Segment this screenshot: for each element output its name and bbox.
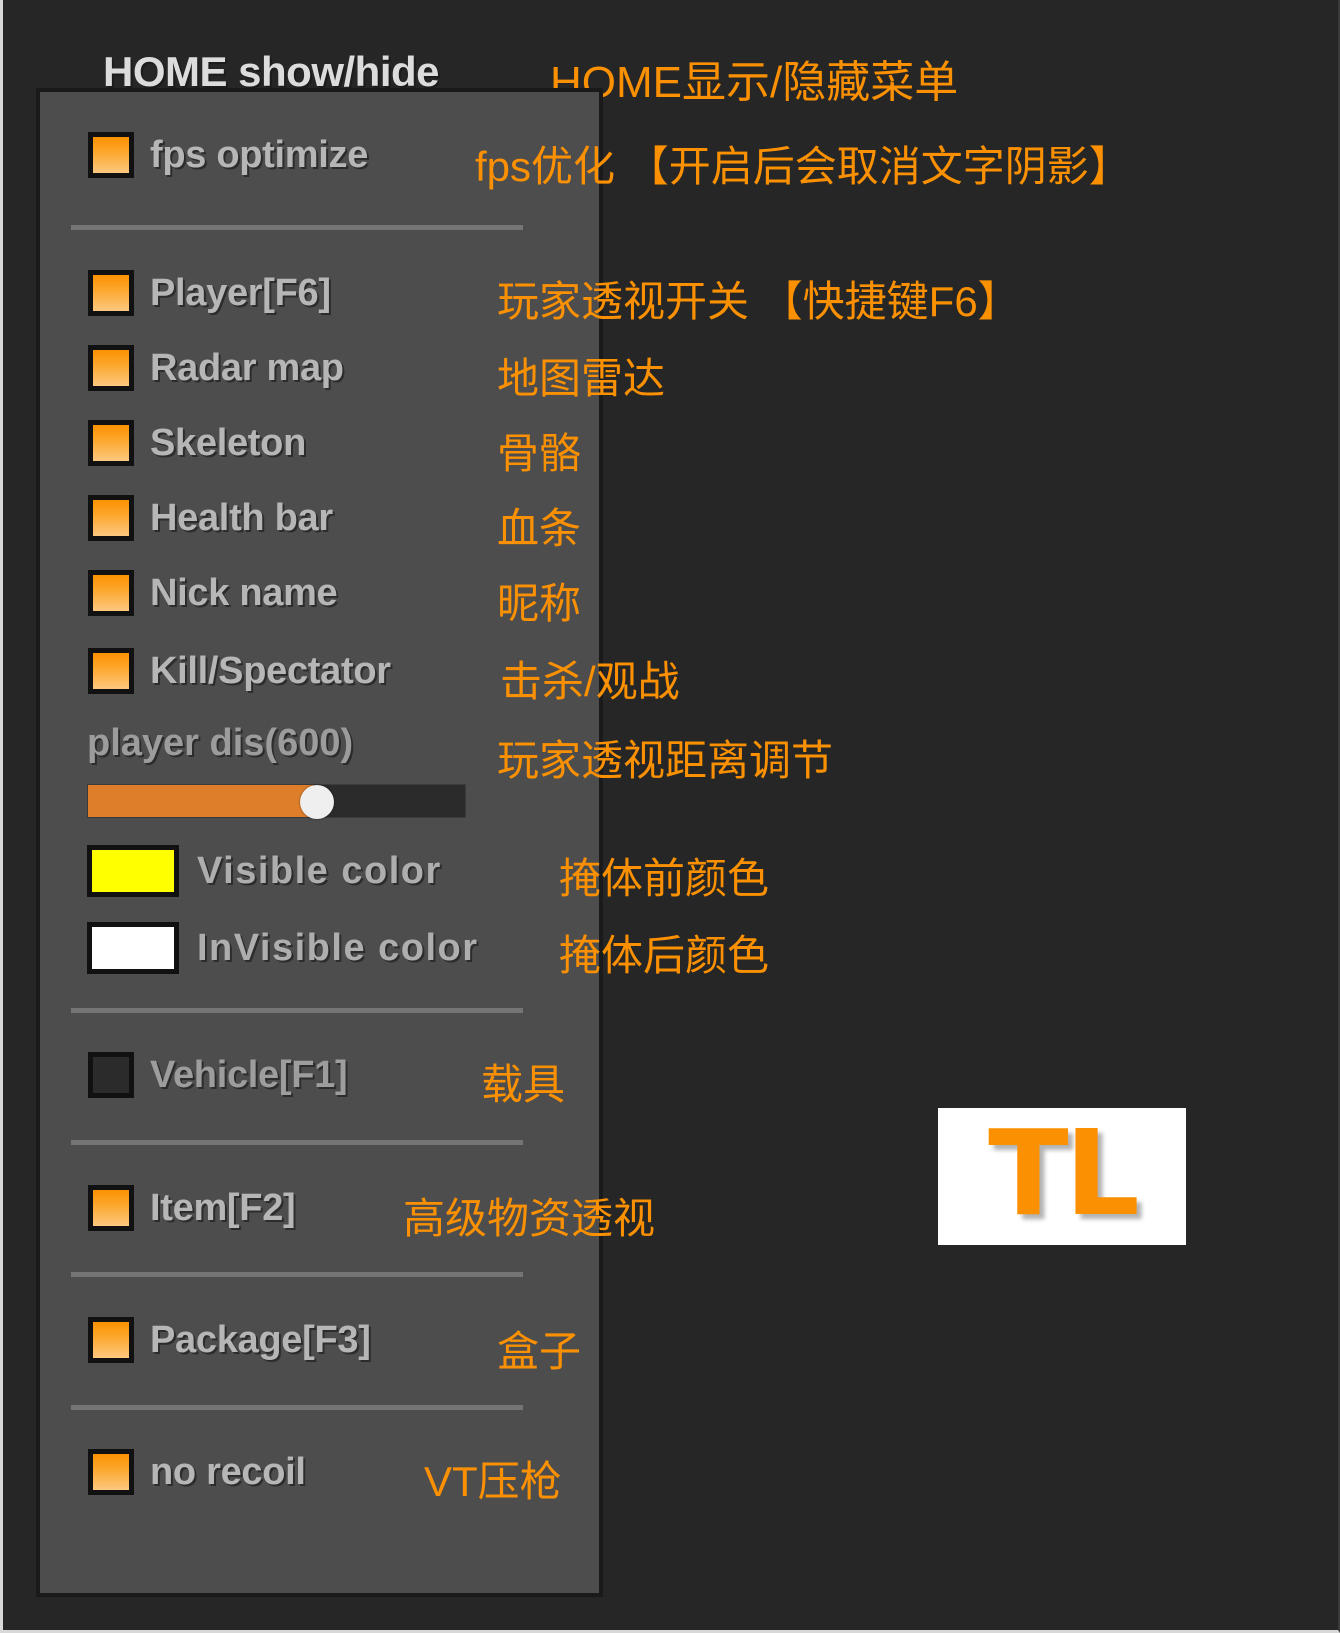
row-item[interactable]: Item[F2] bbox=[88, 1180, 296, 1236]
label-package: Package[F3] bbox=[150, 1318, 371, 1361]
annotation-skeleton: 骨骼 bbox=[497, 430, 582, 477]
annotation-invisible-color: 掩体后颜色 bbox=[559, 932, 770, 979]
watermark-logo-text: TL bbox=[988, 1103, 1140, 1242]
annotation-health-bar: 血条 bbox=[497, 505, 582, 552]
shortcut-hint-label-cn: HOME显示/隐藏菜单 bbox=[550, 58, 959, 107]
annotation-vehicle: 载具 bbox=[481, 1061, 566, 1108]
row-vehicle[interactable]: Vehicle[F1] bbox=[88, 1047, 348, 1103]
checkbox-radar-map[interactable] bbox=[88, 345, 134, 391]
annotation-package: 盒子 bbox=[497, 1328, 582, 1375]
label-visible-color: Visible color bbox=[197, 849, 442, 892]
checkbox-player[interactable] bbox=[88, 270, 134, 316]
swatch-visible-color[interactable] bbox=[87, 845, 179, 897]
label-invisible-color: InVisible color bbox=[197, 926, 479, 969]
label-vehicle: Vehicle[F1] bbox=[150, 1053, 348, 1096]
annotation-kill-spectator: 击杀/观战 bbox=[500, 658, 680, 705]
label-skeleton: Skeleton bbox=[150, 421, 306, 464]
row-skeleton[interactable]: Skeleton bbox=[88, 415, 306, 471]
row-radar-map[interactable]: Radar map bbox=[88, 340, 344, 396]
label-no-recoil: no recoil bbox=[150, 1450, 306, 1493]
separator-3 bbox=[71, 1140, 523, 1145]
checkbox-item[interactable] bbox=[88, 1185, 134, 1231]
slider-knob[interactable] bbox=[300, 785, 334, 819]
checkbox-nick-name[interactable] bbox=[88, 570, 134, 616]
label-nick-name: Nick name bbox=[150, 571, 338, 614]
label-item: Item[F2] bbox=[150, 1186, 296, 1229]
checkbox-kill-spectator[interactable] bbox=[88, 648, 134, 694]
watermark-logo: TL bbox=[938, 1108, 1186, 1245]
row-visible-color[interactable]: Visible color bbox=[87, 843, 442, 899]
checkbox-health-bar[interactable] bbox=[88, 495, 134, 541]
row-player[interactable]: Player[F6] bbox=[88, 265, 331, 321]
row-kill-spectator[interactable]: Kill/Spectator bbox=[88, 643, 391, 699]
separator-5 bbox=[71, 1405, 523, 1410]
separator-2 bbox=[71, 1008, 523, 1013]
checkbox-fps-optimize[interactable] bbox=[88, 132, 134, 178]
annotation-nick-name: 昵称 bbox=[497, 580, 582, 627]
label-player: Player[F6] bbox=[150, 271, 331, 314]
slider-player-distance[interactable] bbox=[87, 784, 466, 819]
annotation-visible-color: 掩体前颜色 bbox=[559, 855, 770, 902]
checkbox-package[interactable] bbox=[88, 1317, 134, 1363]
separator-4 bbox=[71, 1272, 523, 1277]
label-kill-spectator: Kill/Spectator bbox=[150, 649, 391, 692]
row-nick-name[interactable]: Nick name bbox=[88, 565, 338, 621]
row-fps-optimize[interactable]: fps optimize bbox=[88, 127, 368, 183]
slider-fill bbox=[88, 785, 315, 817]
screen-root: HOME show/hide HOME显示/隐藏菜单 fps optimize … bbox=[0, 0, 1340, 1633]
annotation-fps-optimize: fps优化 【开启后会取消文字阴影】 bbox=[475, 143, 1131, 190]
menu-header: HOME show/hide HOME显示/隐藏菜单 bbox=[3, 22, 1340, 107]
checkbox-no-recoil[interactable] bbox=[88, 1449, 134, 1495]
annotation-no-recoil: VT压枪 bbox=[424, 1458, 562, 1505]
row-invisible-color[interactable]: InVisible color bbox=[87, 920, 479, 976]
annotation-item: 高级物资透视 bbox=[403, 1195, 656, 1242]
annotation-player-distance: 玩家透视距离调节 bbox=[497, 737, 834, 784]
row-package[interactable]: Package[F3] bbox=[88, 1312, 371, 1368]
page: HOME show/hide HOME显示/隐藏菜单 fps optimize … bbox=[3, 0, 1340, 1633]
checkbox-skeleton[interactable] bbox=[88, 420, 134, 466]
swatch-invisible-color[interactable] bbox=[87, 922, 179, 974]
annotation-radar-map: 地图雷达 bbox=[497, 355, 666, 402]
label-radar-map: Radar map bbox=[150, 346, 344, 389]
label-health-bar: Health bar bbox=[150, 496, 333, 539]
label-fps-optimize: fps optimize bbox=[150, 133, 369, 176]
row-no-recoil[interactable]: no recoil bbox=[88, 1444, 306, 1500]
separator-1 bbox=[71, 225, 523, 230]
annotation-player: 玩家透视开关 【快捷键F6】 bbox=[497, 278, 1020, 325]
label-player-distance: player dis(600) bbox=[87, 722, 354, 764]
row-health-bar[interactable]: Health bar bbox=[88, 490, 333, 546]
checkbox-vehicle[interactable] bbox=[88, 1052, 134, 1098]
